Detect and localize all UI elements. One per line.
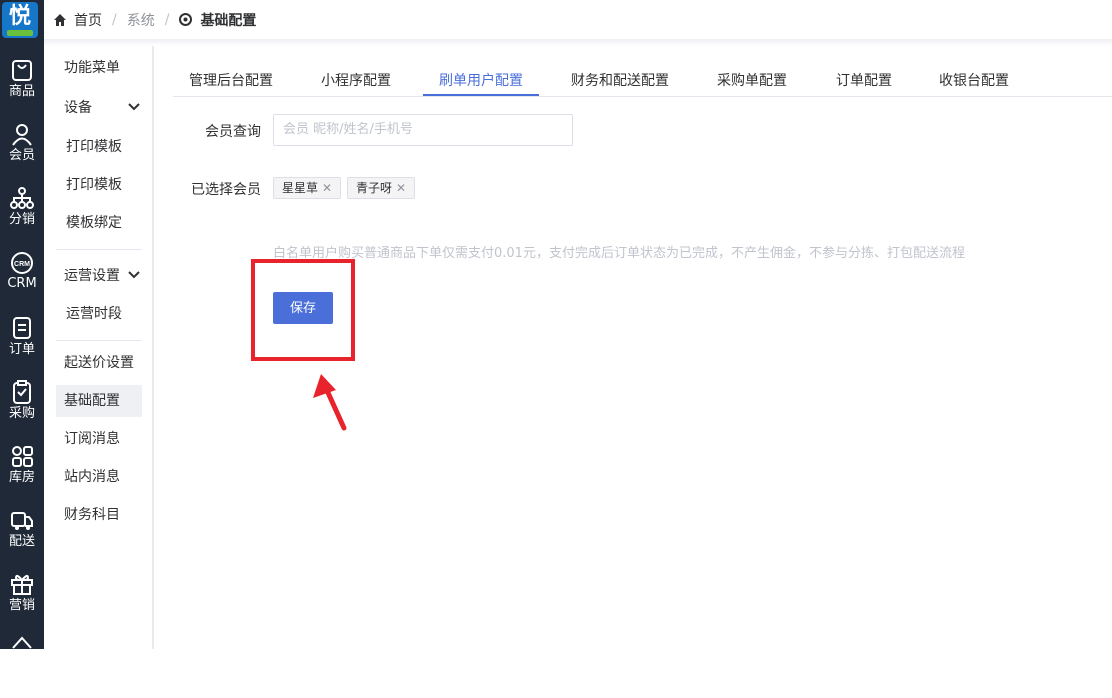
config-tabs: 管理后台配置 小程序配置 刷单用户配置 财务和配送配置 采购单配置 订单配置 收… (173, 62, 1112, 97)
rail-label: 会员 (8, 148, 35, 163)
crm-icon: CRM (11, 252, 33, 274)
member-search-input[interactable]: 会员 昵称/姓名/手机号 (273, 114, 573, 146)
sidebar-item-function-menu[interactable]: 功能菜单 (56, 52, 142, 84)
rail-item-delivery[interactable]: 配送 (0, 508, 44, 572)
selected-members-label: 已选择会员 (191, 182, 261, 198)
sidebar-item-print-template[interactable]: 打印模板 (56, 131, 142, 163)
home-outline-icon (12, 636, 32, 649)
rail-label: 配送 (8, 534, 35, 549)
sidebar-item-inbox[interactable]: 站内消息 (56, 461, 142, 493)
rail-item-members[interactable]: 会员 (0, 122, 44, 186)
home-icon (54, 13, 66, 26)
breadcrumb-home[interactable]: 首页 (74, 10, 102, 30)
sidebar-item-label: 设备 (64, 100, 92, 116)
close-icon[interactable]: ✕ (322, 181, 332, 195)
rail-label: 采购 (8, 406, 35, 421)
chevron-down-icon (128, 260, 140, 292)
gift-icon (11, 574, 33, 595)
breadcrumb-separator: / (164, 11, 170, 28)
org-icon (10, 187, 34, 209)
sidebar-divider (56, 249, 142, 250)
rail-label: 营销 (8, 598, 35, 613)
tab-cashier-config[interactable]: 收银台配置 (939, 70, 1009, 90)
sidebar-item-label: 运营设置 (64, 268, 120, 284)
sidebar-item-device[interactable]: 设备 (56, 92, 142, 124)
arrow-annotation-icon (313, 374, 347, 431)
member-tag: 星星草 ✕ (273, 177, 342, 199)
top-header: 首页 / 系统 / 基础配置 (44, 0, 1112, 40)
rail-label: 库房 (8, 470, 35, 485)
close-icon[interactable]: ✕ (396, 181, 406, 195)
breadcrumb-system[interactable]: 系统 (127, 10, 155, 30)
rail-label: 商品 (8, 84, 35, 99)
doc-icon (13, 317, 31, 339)
breadcrumb: 首页 / 系统 / 基础配置 (54, 10, 256, 30)
active-tab-indicator (423, 94, 539, 96)
sidebar-item-min-order[interactable]: 起送价设置 (56, 347, 142, 379)
rail-item-orders[interactable]: 订单 (0, 316, 44, 380)
sidebar-item-subscription[interactable]: 订阅消息 (56, 423, 142, 455)
tab-finance-delivery-config[interactable]: 财务和配送配置 (571, 70, 669, 90)
app-logo[interactable]: 悦 (2, 2, 38, 38)
member-tag: 青子呀 ✕ (347, 177, 416, 199)
member-query-label: 会员查询 (205, 124, 261, 140)
rail-item-more[interactable] (0, 634, 44, 698)
sidebar-item-template-binding[interactable]: 模板绑定 (56, 207, 142, 239)
rail-label: 订单 (8, 342, 35, 357)
sidebar-item-basic-config[interactable]: 基础配置 (56, 385, 142, 417)
sidebar-item-operation-hours[interactable]: 运营时段 (56, 298, 142, 330)
clipboard-icon (13, 380, 31, 404)
breadcrumb-current: 基础配置 (200, 12, 257, 29)
rail-item-goods[interactable]: 商品 (0, 58, 44, 122)
rail-item-marketing[interactable]: 营销 (0, 572, 44, 636)
truck-icon (11, 512, 33, 530)
breadcrumb-separator: / (112, 11, 117, 28)
rail-label: CRM (7, 276, 37, 291)
svg-text:CRM: CRM (14, 261, 30, 268)
highlight-box (251, 259, 355, 361)
rail-item-warehouse[interactable]: 库房 (0, 444, 44, 508)
rail-item-purchase[interactable]: 采购 (0, 380, 44, 444)
header-shadow (44, 40, 1112, 46)
sidebar-item-finance-subjects[interactable]: 财务科目 (56, 499, 142, 531)
rail-label: 分销 (8, 212, 35, 227)
member-tag-label: 星星草 (282, 181, 319, 195)
member-tag-label: 青子呀 (356, 181, 393, 195)
chevron-down-icon (128, 92, 140, 124)
tab-miniprogram-config[interactable]: 小程序配置 (321, 70, 391, 90)
app-rail: 悦 商品 会员 分销 CRM CRM 订单 采购 库房 配送 营销 (0, 0, 44, 649)
rail-item-distribution[interactable]: 分销 (0, 186, 44, 250)
tab-order-config[interactable]: 订单配置 (836, 70, 892, 90)
tab-brush-user-config[interactable]: 刷单用户配置 (439, 70, 523, 90)
settings-sidebar: 功能菜单 设备 打印模板 打印模板 模板绑定 运营设置 运营时段 起送价设置 基… (44, 46, 154, 649)
sidebar-item-operation-settings[interactable]: 运营设置 (56, 260, 142, 292)
grid-icon (12, 446, 33, 467)
logo-leaf (7, 30, 33, 36)
tab-purchase-config[interactable]: 采购单配置 (717, 70, 787, 90)
sidebar-item-print-template-2[interactable]: 打印模板 (56, 169, 142, 201)
whitelist-hint: 白名单用户购买普通商品下单仅需支付0.01元，支付完成后订单状态为已完成，不产生… (273, 246, 965, 261)
settings-icon (179, 13, 193, 26)
logo-text: 悦 (8, 4, 31, 29)
rail-item-crm[interactable]: CRM CRM (0, 252, 44, 316)
user-icon (12, 124, 32, 146)
bag-icon (12, 60, 32, 81)
sidebar-divider (56, 340, 142, 341)
tab-admin-config[interactable]: 管理后台配置 (189, 70, 273, 90)
